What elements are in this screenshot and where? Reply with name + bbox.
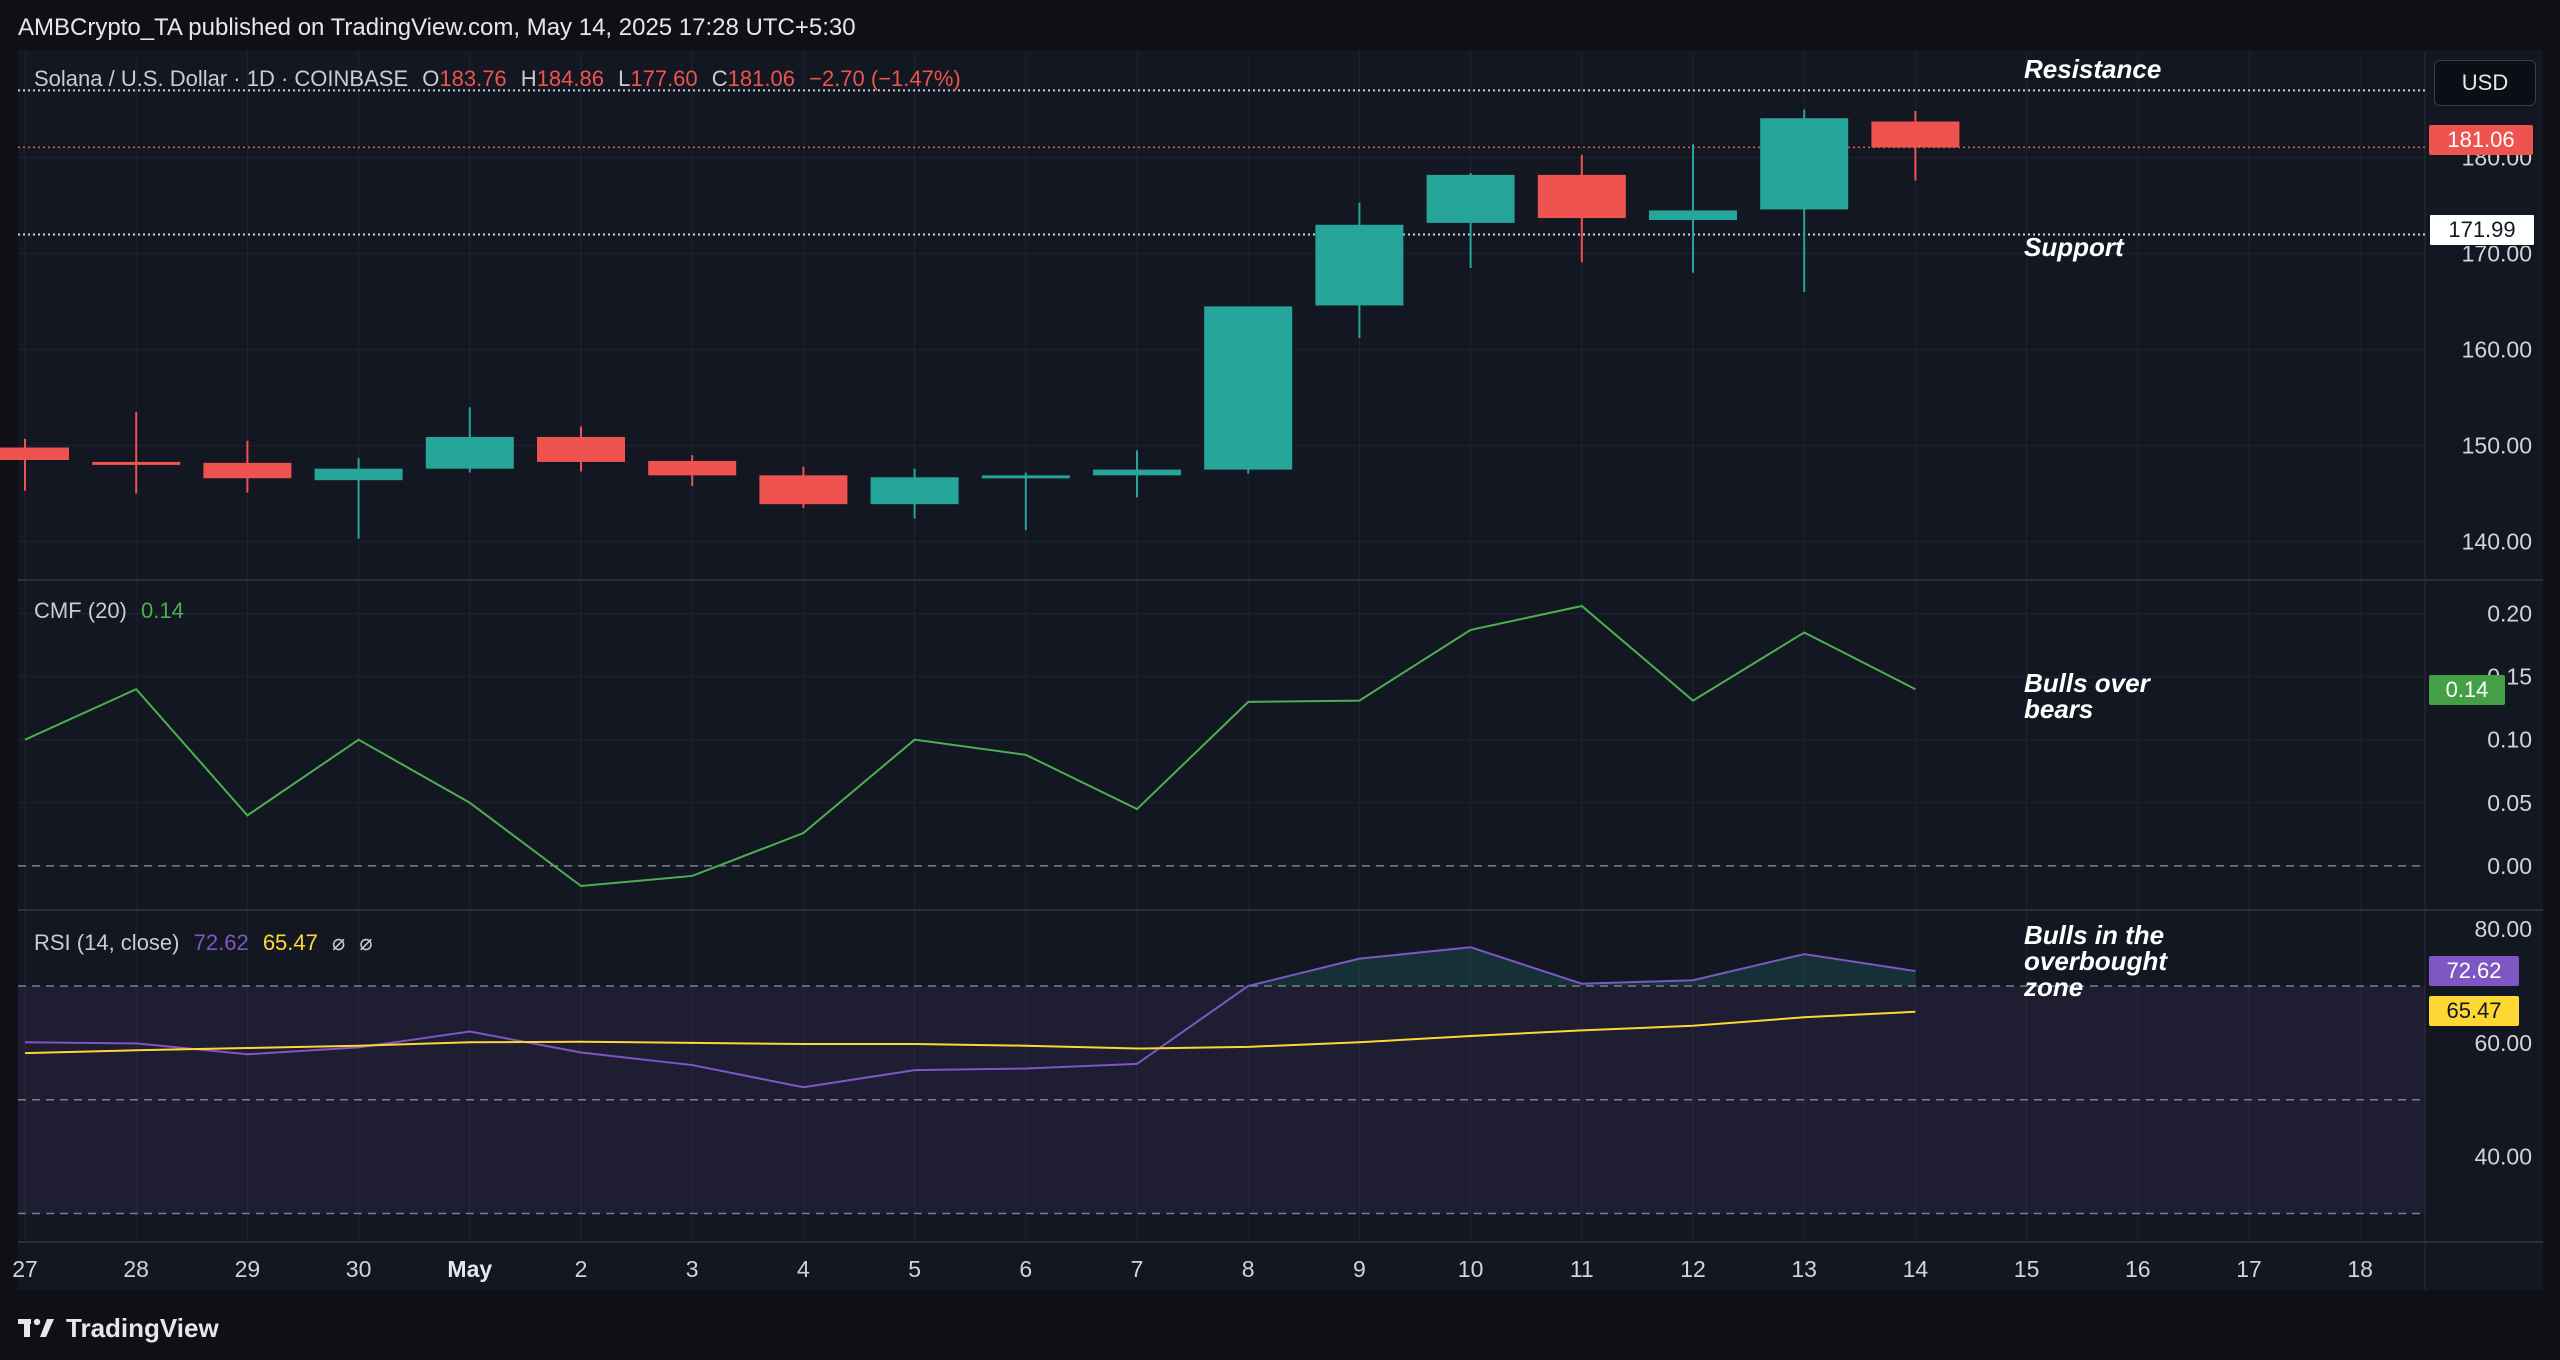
cmf-tick-label: 0.00 xyxy=(2487,853,2532,879)
price-legend: Solana / U.S. Dollar · 1D · COINBASE O18… xyxy=(34,66,961,92)
candle-body xyxy=(315,469,403,481)
candle-body xyxy=(982,475,1070,478)
candle-body xyxy=(1760,118,1848,209)
candle-body xyxy=(426,437,514,469)
cmf-value-tag: 0.14 xyxy=(2429,675,2505,705)
candle-body xyxy=(1427,175,1515,223)
x-tick-label: 14 xyxy=(1903,1256,1929,1282)
symbol-label[interactable]: Solana / U.S. Dollar · 1D · COINBASE xyxy=(34,66,408,91)
candle-body xyxy=(1204,306,1292,469)
cmf-annotation-line: bears xyxy=(2024,696,2150,722)
change-value: −2.70 (−1.47%) xyxy=(809,66,961,91)
x-tick-label: 17 xyxy=(2236,1256,2262,1282)
cmf-tick-label: 0.10 xyxy=(2487,727,2532,753)
x-tick-label: 8 xyxy=(1242,1256,1255,1282)
x-tick-label: 6 xyxy=(1019,1256,1032,1282)
rsi-legend[interactable]: RSI (14, close) 72.62 65.47 ⌀ ⌀ xyxy=(34,930,373,956)
x-tick-label: 12 xyxy=(1680,1256,1706,1282)
rsi-annotation-line: zone xyxy=(2024,974,2167,1000)
price-tick-label: 140.00 xyxy=(2462,529,2532,555)
candle-body xyxy=(92,462,180,465)
x-tick-label: 7 xyxy=(1131,1256,1144,1282)
low-label: L xyxy=(618,66,630,91)
close-label: C xyxy=(712,66,728,91)
rsi-value-tag: 72.62 xyxy=(2429,956,2519,986)
candle-body xyxy=(537,437,625,462)
x-tick-label: 9 xyxy=(1353,1256,1366,1282)
cmf-value: 0.14 xyxy=(141,598,184,623)
candle-body xyxy=(871,477,959,504)
x-tick-label: 11 xyxy=(1570,1256,1594,1282)
high-value: 184.86 xyxy=(537,66,604,91)
rsi-annotation-line: overbought xyxy=(2024,948,2167,974)
x-tick-label: 29 xyxy=(235,1256,261,1282)
x-tick-label: May xyxy=(447,1256,492,1282)
x-tick-label: 30 xyxy=(346,1256,372,1282)
rsi-annotation: Bulls in the overbought zone xyxy=(2024,922,2167,1000)
x-tick-label: 4 xyxy=(797,1256,810,1282)
candle-body xyxy=(0,448,69,460)
last-price-tag: 181.06 xyxy=(2429,125,2533,155)
cmf-line xyxy=(25,606,1915,886)
x-tick-label: 16 xyxy=(2125,1256,2151,1282)
candle-body xyxy=(759,475,847,504)
candle-body xyxy=(648,461,736,475)
close-value: 181.06 xyxy=(728,66,795,91)
tradingview-logo[interactable]: TradingView xyxy=(18,1310,219,1346)
cmf-label: CMF (20) xyxy=(34,598,127,623)
candle-body xyxy=(1538,175,1626,218)
x-tick-label: 27 xyxy=(12,1256,38,1282)
candle-body xyxy=(1093,470,1181,476)
rsi-value: 72.62 xyxy=(194,930,249,955)
chart-canvas[interactable]: 27 28 29 30 May 2 3 4 5 6 7 8 9 10 11 12 13 14 15 16 17 18 140… xyxy=(0,0,2560,1360)
cmf-tick-label: 0.20 xyxy=(2487,601,2532,627)
x-tick-label: 5 xyxy=(908,1256,921,1282)
support-annotation: Support xyxy=(2024,234,2124,260)
cmf-annotation: Bulls over bears xyxy=(2024,670,2150,722)
rsi-ma-value: 65.47 xyxy=(263,930,318,955)
currency-button[interactable]: USD xyxy=(2434,60,2536,106)
brand-text: TradingView xyxy=(66,1313,219,1344)
rsi-tick-label: 80.00 xyxy=(2474,916,2532,942)
hidden-icon[interactable]: ⌀ xyxy=(359,930,372,955)
candle-body xyxy=(1315,225,1403,306)
rsi-label: RSI (14, close) xyxy=(34,930,180,955)
candle-body xyxy=(1649,210,1737,220)
low-value: 177.60 xyxy=(630,66,697,91)
rsi-tick-label: 40.00 xyxy=(2474,1144,2532,1170)
rsi-ma-value-tag: 65.47 xyxy=(2429,996,2519,1026)
tradingview-icon xyxy=(18,1317,56,1339)
open-label: O xyxy=(422,66,439,91)
cmf-annotation-line: Bulls over xyxy=(2024,670,2150,696)
cmf-legend[interactable]: CMF (20) 0.14 xyxy=(34,598,184,624)
x-tick-label: 10 xyxy=(1458,1256,1484,1282)
cmf-tick-label: 0.05 xyxy=(2487,790,2532,816)
x-tick-label: 2 xyxy=(575,1256,588,1282)
candle-body xyxy=(1871,122,1959,148)
price-tick-label: 150.00 xyxy=(2462,433,2532,459)
candle-body xyxy=(203,463,291,478)
support-price-tag: 171.99 xyxy=(2429,214,2535,246)
price-tick-label: 160.00 xyxy=(2462,337,2532,363)
x-tick-label: 18 xyxy=(2347,1256,2373,1282)
x-tick-label: 13 xyxy=(1791,1256,1817,1282)
open-value: 183.76 xyxy=(439,66,506,91)
rsi-annotation-line: Bulls in the xyxy=(2024,922,2167,948)
x-tick-label: 28 xyxy=(123,1256,149,1282)
resistance-annotation: Resistance xyxy=(2024,56,2161,82)
hidden-icon[interactable]: ⌀ xyxy=(332,930,345,955)
high-label: H xyxy=(521,66,537,91)
x-tick-label: 15 xyxy=(2014,1256,2040,1282)
x-tick-label: 3 xyxy=(686,1256,699,1282)
rsi-tick-label: 60.00 xyxy=(2474,1030,2532,1056)
